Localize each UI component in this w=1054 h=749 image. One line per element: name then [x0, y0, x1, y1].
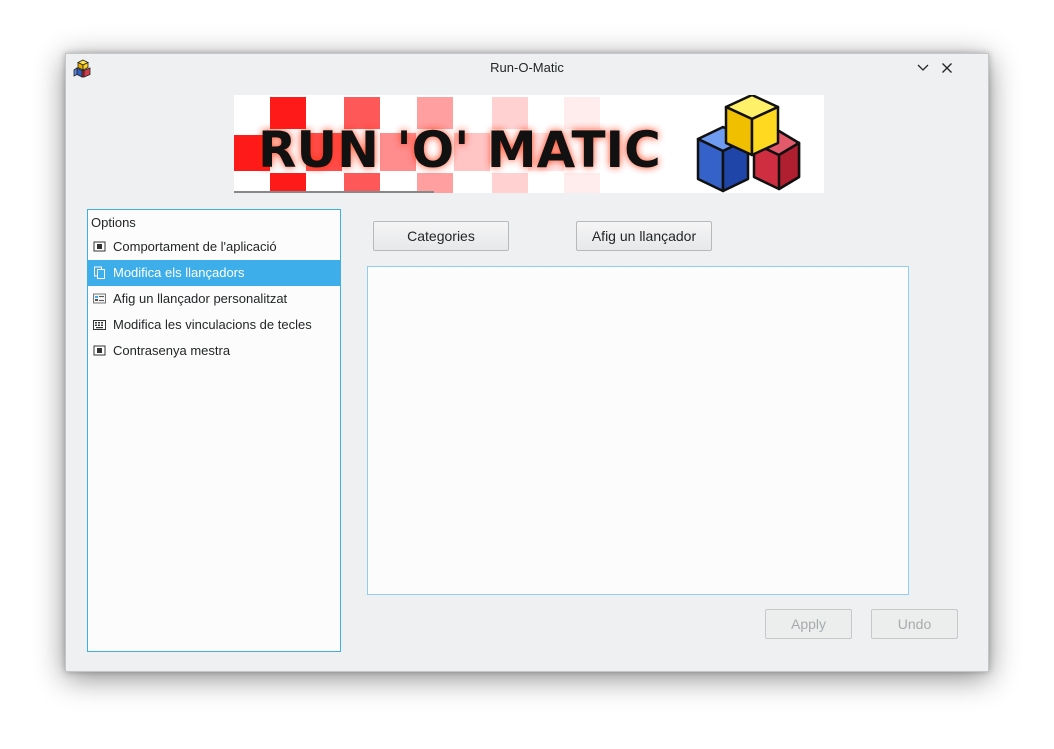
window-icon — [93, 241, 106, 252]
option-label: Contrasenya mestra — [113, 343, 231, 358]
launchers-list-area[interactable] — [367, 266, 909, 595]
option-app-behavior[interactable]: Comportament de l'aplicació — [88, 234, 340, 260]
options-list: Options Comportament de l'aplicació Modi… — [87, 209, 341, 652]
title-bar[interactable]: Run-O-Matic — [66, 54, 988, 83]
launcher-icon — [93, 293, 106, 304]
option-edit-launchers[interactable]: Modifica els llançadors — [88, 260, 340, 286]
option-label: Afig un llançador personalitzat — [113, 291, 288, 306]
option-label: Modifica les vinculacions de tecles — [113, 317, 312, 332]
add-launcher-button[interactable]: Afig un llançador — [576, 221, 712, 251]
undo-button[interactable]: Undo — [871, 609, 958, 639]
option-master-password[interactable]: Contrasenya mestra — [88, 338, 340, 364]
run-o-matic-banner: RUN 'O' MATIC RUN 'O' MATIC — [234, 95, 824, 193]
minimize-chevron-icon[interactable] — [915, 60, 931, 76]
main-window: Run-O-Matic RUN 'O' MATIC RUN 'O' MATIC … — [65, 53, 989, 672]
close-icon[interactable] — [939, 60, 955, 76]
categories-button[interactable]: Categories — [373, 221, 509, 251]
copy-icon — [94, 266, 105, 279]
option-label: Comportament de l'aplicació — [113, 239, 277, 254]
option-add-custom-launcher[interactable]: Afig un llançador personalitzat — [88, 286, 340, 312]
option-edit-keybindings[interactable]: Modifica les vinculacions de tecles — [88, 312, 340, 338]
options-header: Options — [91, 215, 136, 230]
keyboard-icon — [93, 320, 106, 330]
apply-button[interactable]: Apply — [765, 609, 852, 639]
option-label: Modifica els llançadors — [113, 265, 245, 280]
window-icon — [93, 345, 106, 356]
window-title: Run-O-Matic — [490, 60, 564, 75]
banner-text: RUN 'O' MATIC — [258, 121, 661, 179]
